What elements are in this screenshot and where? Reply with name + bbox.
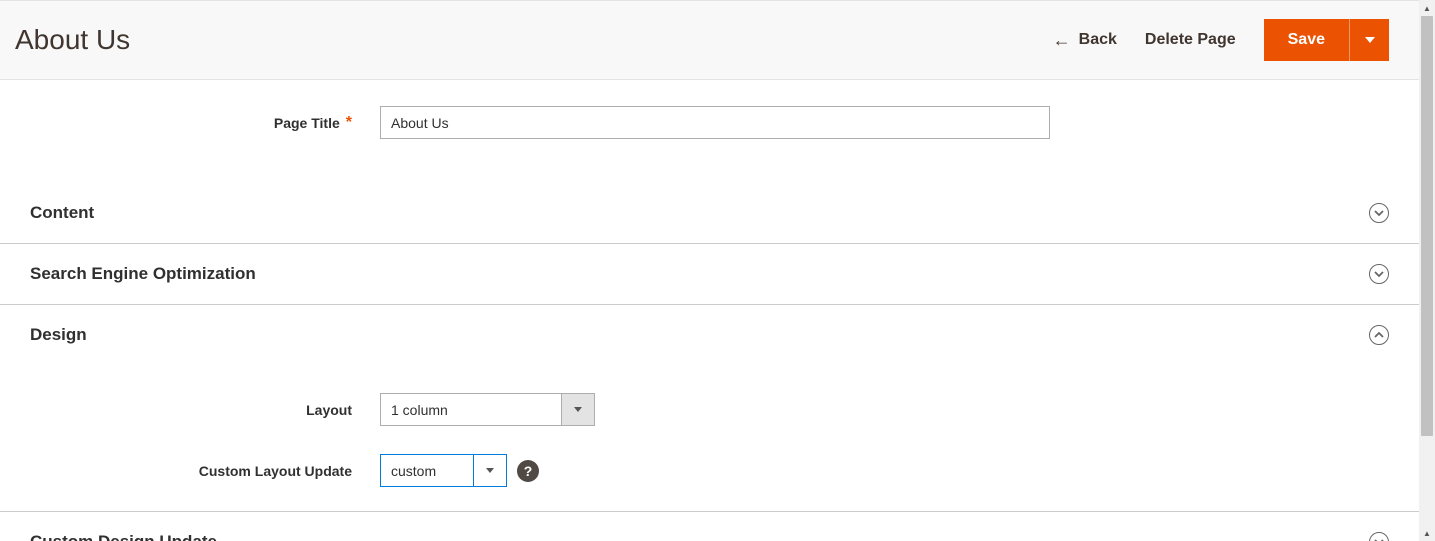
- caret-down-icon: [474, 454, 507, 487]
- help-icon[interactable]: ?: [517, 460, 539, 482]
- section-seo-title: Search Engine Optimization: [30, 264, 256, 284]
- back-label: Back: [1079, 31, 1117, 49]
- scrollbar-thumb[interactable]: [1421, 16, 1433, 436]
- section-content-title: Content: [30, 203, 94, 223]
- layout-row: Layout 1 column: [30, 393, 1389, 426]
- custom-layout-label: Custom Layout Update: [30, 463, 380, 479]
- scrollbar[interactable]: ▲ ▲: [1419, 0, 1435, 541]
- page-header: About Us ← Back Delete Page Save: [0, 0, 1419, 80]
- delete-page-button[interactable]: Delete Page: [1135, 31, 1246, 49]
- page-title-input[interactable]: [380, 106, 1050, 139]
- section-design-title: Design: [30, 325, 87, 345]
- caret-down-icon: [1365, 35, 1375, 45]
- chevron-down-icon: [1369, 532, 1389, 541]
- save-dropdown-button[interactable]: [1349, 19, 1389, 61]
- save-split-button: Save: [1264, 19, 1389, 61]
- custom-layout-row: Custom Layout Update custom ?: [30, 454, 1389, 487]
- page-title-row: Page Title *: [0, 92, 1419, 153]
- page-title-label: Page Title: [274, 115, 340, 131]
- section-custom-design-update[interactable]: Custom Design Update: [0, 512, 1419, 541]
- save-button[interactable]: Save: [1264, 19, 1349, 61]
- section-design[interactable]: Design: [0, 305, 1419, 365]
- section-seo[interactable]: Search Engine Optimization: [0, 244, 1419, 305]
- layout-select-value: 1 column: [380, 393, 562, 426]
- page-title-label-col: Page Title *: [30, 114, 380, 132]
- section-content[interactable]: Content: [0, 183, 1419, 244]
- caret-down-icon: [562, 393, 595, 426]
- chevron-up-icon: [1369, 325, 1389, 345]
- scroll-down-icon[interactable]: ▲: [1419, 525, 1435, 541]
- scroll-up-icon[interactable]: ▲: [1419, 0, 1435, 16]
- layout-select[interactable]: 1 column: [380, 393, 595, 426]
- custom-layout-select[interactable]: custom: [380, 454, 507, 487]
- chevron-down-icon: [1369, 264, 1389, 284]
- back-button[interactable]: ← Back: [1053, 31, 1117, 49]
- page-title: About Us: [15, 24, 130, 56]
- custom-layout-select-value: custom: [380, 454, 474, 487]
- chevron-down-icon: [1369, 203, 1389, 223]
- arrow-left-icon: ←: [1053, 31, 1071, 49]
- required-star-icon: *: [346, 114, 352, 132]
- layout-label: Layout: [30, 402, 380, 418]
- header-actions: ← Back Delete Page Save: [1053, 19, 1389, 61]
- section-custom-design-update-title: Custom Design Update: [30, 532, 217, 541]
- design-fields: Layout 1 column Custom Layout Update cus…: [0, 365, 1419, 512]
